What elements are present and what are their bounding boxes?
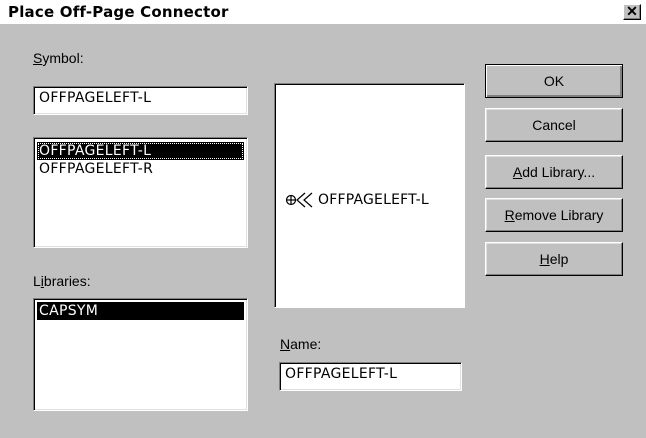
cancel-button-label: Cancel [532,117,576,133]
name-label: Name: [280,336,322,352]
symbol-input-value: OFFPAGELEFT-L [39,90,152,106]
title-bar: Place Off-Page Connector ✕ [0,0,646,24]
symbol-list-item-offpageleft-l[interactable]: OFFPAGELEFT-L [37,142,244,160]
ok-button[interactable]: OK [485,64,623,98]
help-button[interactable]: Help [485,242,623,276]
preview-symbol: OFFPAGELEFT-L [285,191,429,209]
remove-library-button-label: Remove Library [504,207,604,223]
symbol-preview: OFFPAGELEFT-L [274,83,465,308]
help-button-label: Help [539,251,569,267]
libraries-label: Libraries: [33,273,91,289]
add-library-button[interactable]: Add Library... [485,155,623,189]
libraries-list-item-capsym[interactable]: CAPSYM [37,302,244,320]
symbol-input[interactable]: OFFPAGELEFT-L [33,86,248,115]
symbol-list[interactable]: OFFPAGELEFT-L OFFPAGELEFT-R [33,137,248,248]
name-input[interactable]: OFFPAGELEFT-L [279,362,462,391]
close-button[interactable]: ✕ [623,4,641,20]
add-library-button-label: Add Library... [512,164,596,180]
offpage-connector-left-icon [285,192,313,208]
symbol-list-item-offpageleft-r[interactable]: OFFPAGELEFT-R [37,160,244,178]
dialog-title: Place Off-Page Connector [8,3,229,21]
ok-button-label: OK [543,73,565,89]
symbol-label: Symbol: [33,50,84,66]
preview-label: OFFPAGELEFT-L [318,192,429,208]
cancel-button[interactable]: Cancel [485,108,623,142]
close-icon: ✕ [626,3,638,19]
libraries-list[interactable]: CAPSYM [33,298,248,411]
remove-library-button[interactable]: Remove Library [485,198,623,232]
name-input-value: OFFPAGELEFT-L [285,366,398,382]
